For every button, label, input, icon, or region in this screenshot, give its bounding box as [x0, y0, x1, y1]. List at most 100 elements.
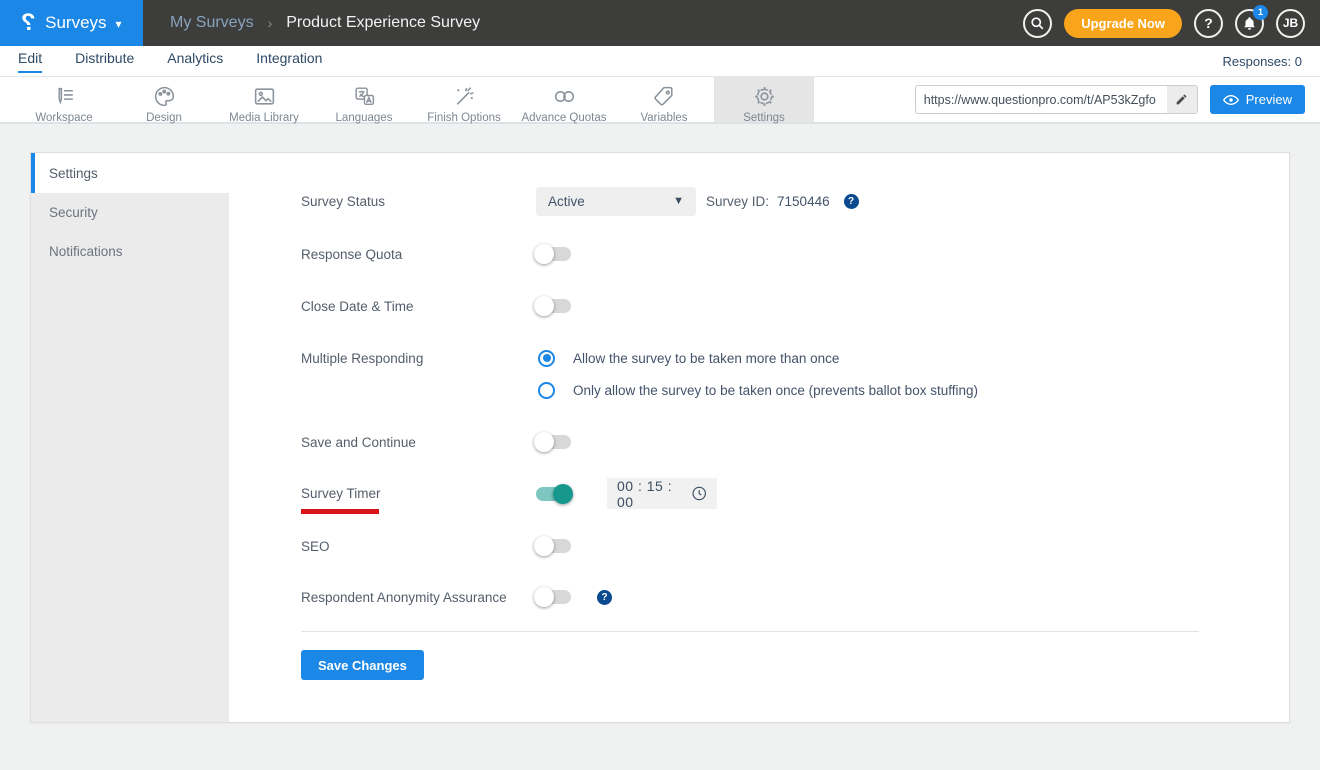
sidebar-item-settings[interactable]: Settings — [31, 153, 229, 193]
toolbar-tab-label: Media Library — [229, 112, 299, 124]
survey-status-select[interactable]: Active ▼ — [536, 186, 696, 216]
save-continue-toggle[interactable] — [534, 432, 571, 452]
notification-badge: 1 — [1253, 4, 1268, 20]
toolbar-tab-variables[interactable]: Variables — [614, 77, 714, 124]
anonymity-label: Respondent Anonymity Assurance — [301, 589, 507, 605]
survey-status-row: Survey Status Active ▼ Survey ID: 715044… — [229, 186, 1289, 216]
toggle-knob — [534, 587, 554, 607]
settings-card: Settings Security Notifications Survey S… — [30, 152, 1290, 723]
anonymity-row: Respondent Anonymity Assurance ? — [229, 584, 1289, 610]
preview-label: Preview — [1245, 92, 1292, 107]
response-quota-label: Response Quota — [301, 246, 403, 262]
toolbar-tab-advance-quotas[interactable]: Advance Quotas — [514, 77, 614, 124]
upgrade-now-button[interactable]: Upgrade Now — [1064, 8, 1182, 38]
survey-url-field — [914, 85, 1198, 114]
response-quota-row: Response Quota — [229, 241, 1289, 267]
breadcrumb-my-surveys[interactable]: My Surveys — [170, 14, 254, 32]
tab-distribute[interactable]: Distribute — [75, 50, 134, 73]
settings-form: Survey Status Active ▼ Survey ID: 715044… — [229, 153, 1289, 722]
multiple-responding-row: Multiple Responding Allow the survey to … — [229, 347, 1289, 369]
seo-label: SEO — [301, 538, 330, 554]
save-changes-button[interactable]: Save Changes — [301, 650, 424, 680]
red-annotation-underline — [301, 509, 379, 514]
tab-integration[interactable]: Integration — [256, 50, 322, 73]
topbar-actions: Upgrade Now ? 1 JB — [1023, 4, 1320, 38]
sidebar-item-notifications[interactable]: Notifications — [31, 232, 229, 271]
edit-toolbar: Workspace Design Media Library Languages… — [0, 77, 1320, 124]
survey-id-group: Survey ID: 7150446 ? — [706, 193, 859, 209]
close-date-row: Close Date & Time — [229, 293, 1289, 319]
radio-allow-multiple-label: Allow the survey to be taken more than o… — [573, 350, 840, 366]
responses-count: Responses: 0 — [1222, 53, 1303, 69]
toolbar-tab-label: Workspace — [35, 112, 93, 124]
toolbar-tab-label: Languages — [335, 112, 393, 124]
seo-toggle[interactable] — [534, 536, 571, 556]
multiple-responding-label: Multiple Responding — [301, 350, 424, 366]
radio-allow-once[interactable] — [538, 381, 555, 399]
save-continue-row: Save and Continue — [229, 429, 1289, 455]
avatar[interactable]: JB — [1276, 8, 1305, 38]
toolbar-right: Preview — [914, 77, 1320, 122]
anonymity-help-icon[interactable]: ? — [597, 589, 612, 605]
sidebar-item-label: Notifications — [49, 244, 123, 259]
survey-status-value: Active — [548, 193, 585, 209]
survey-timer-input[interactable]: 00 : 15 : 00 — [607, 477, 717, 510]
radio-allow-once-label: Only allow the survey to be taken once (… — [573, 382, 978, 398]
breadcrumb-current-survey: Product Experience Survey — [286, 14, 481, 31]
edit-url-button[interactable] — [1166, 86, 1197, 113]
seo-row: SEO — [229, 533, 1289, 559]
sidebar-item-security[interactable]: Security — [31, 193, 229, 232]
toggle-knob — [534, 244, 554, 264]
save-continue-label: Save and Continue — [301, 434, 416, 450]
survey-timer-toggle[interactable] — [536, 483, 573, 504]
preview-button[interactable]: Preview — [1209, 85, 1305, 114]
survey-id-value: 7150446 — [777, 193, 830, 209]
toolbar-tab-finish-options[interactable]: Finish Options — [414, 77, 514, 124]
workspace-icon — [52, 84, 77, 109]
toolbar-tab-label: Finish Options — [427, 112, 501, 124]
toggle-knob — [534, 296, 554, 316]
survey-id-help-icon[interactable]: ? — [843, 193, 859, 209]
survey-id-label: Survey ID: — [706, 193, 770, 209]
notifications-button[interactable]: 1 — [1235, 4, 1268, 38]
settings-sidebar: Settings Security Notifications — [31, 153, 229, 722]
breadcrumb: My Surveys › Product Experience Survey — [170, 14, 480, 32]
toolbar-tab-settings[interactable]: Settings — [714, 77, 814, 124]
radio-allow-multiple[interactable] — [538, 349, 555, 367]
multiple-responding-row2: Only allow the survey to be taken once (… — [229, 379, 1289, 401]
toolbar-tab-label: Variables — [640, 112, 688, 124]
search-button[interactable] — [1023, 8, 1053, 38]
toolbar-tab-languages[interactable]: Languages — [314, 77, 414, 124]
eye-icon — [1222, 94, 1239, 106]
toolbar-tab-workspace[interactable]: Workspace — [14, 77, 114, 124]
gear-icon — [752, 84, 777, 109]
survey-timer-value: 00 : 15 : 00 — [617, 477, 673, 510]
chevron-down-icon: ▾ — [115, 17, 122, 31]
tab-edit[interactable]: Edit — [18, 50, 43, 73]
survey-url-input[interactable] — [915, 92, 1167, 107]
close-date-toggle[interactable] — [534, 296, 571, 316]
toolbar-tab-label: Advance Quotas — [521, 112, 607, 124]
survey-timer-row: Survey Timer 00 : 15 : 00 — [229, 477, 1289, 510]
search-icon — [1030, 16, 1045, 31]
question-mark-icon: ? — [1204, 15, 1213, 31]
questionpro-logo-icon: ? — [21, 9, 37, 36]
translate-icon — [352, 84, 377, 109]
anonymity-toggle[interactable] — [534, 587, 571, 607]
palette-icon — [152, 84, 177, 109]
tab-analytics[interactable]: Analytics — [167, 50, 223, 73]
magic-wand-icon — [452, 84, 477, 109]
survey-status-label: Survey Status — [301, 193, 386, 209]
help-button[interactable]: ? — [1194, 8, 1223, 38]
response-quota-toggle[interactable] — [534, 244, 571, 264]
brand-label: Surveys — [45, 13, 107, 32]
section-nav: Edit Distribute Analytics Integration Re… — [0, 46, 1320, 77]
product-switcher[interactable]: ? Surveys ▾ — [0, 0, 143, 46]
toggle-knob — [534, 536, 554, 556]
close-date-label: Close Date & Time — [301, 298, 414, 314]
clock-icon — [692, 486, 706, 501]
tag-icon — [652, 84, 677, 109]
sidebar-item-label: Security — [49, 205, 98, 220]
toolbar-tab-design[interactable]: Design — [114, 77, 214, 124]
toolbar-tab-media-library[interactable]: Media Library — [214, 77, 314, 124]
